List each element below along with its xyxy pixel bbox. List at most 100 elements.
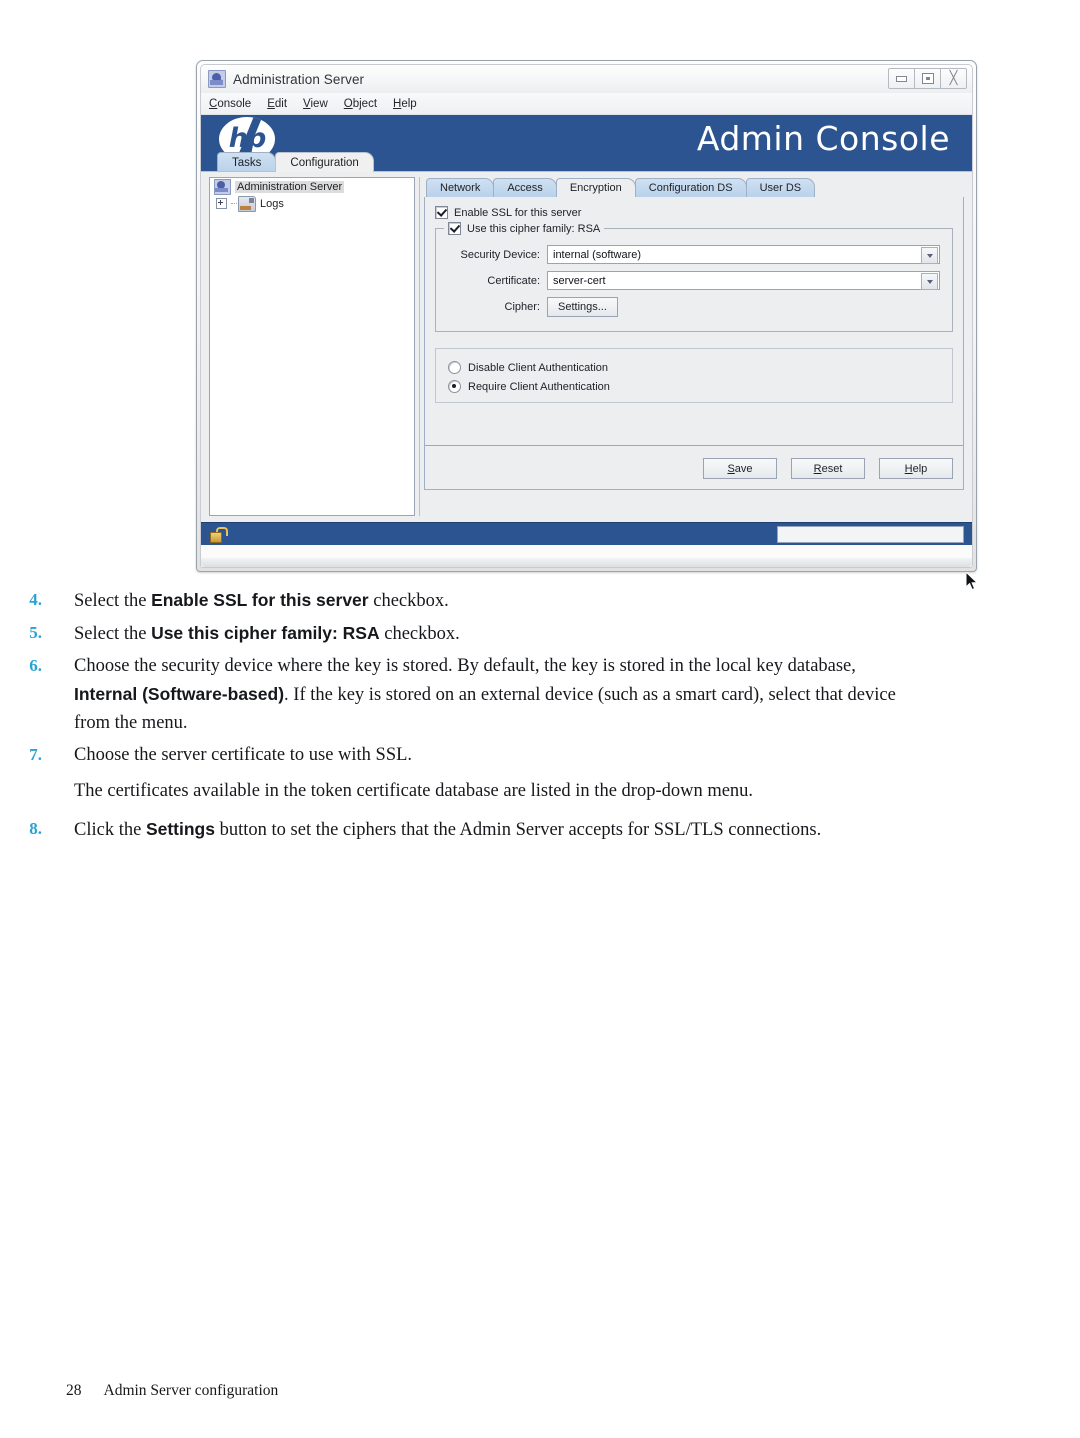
status-bar <box>201 522 972 545</box>
tree-node-label: Logs <box>260 197 284 210</box>
help-button[interactable]: Help <box>879 458 953 479</box>
instruction-list: 4. Select the Enable SSL for this server… <box>0 586 1080 848</box>
window-controls: ╳ <box>888 68 967 89</box>
window-bottom-edge <box>201 558 972 567</box>
hp-banner: hp Admin Console Tasks Configuration <box>201 115 972 172</box>
document-page: Administration Server ╳ Console Edit Vie… <box>0 0 1080 1438</box>
banner-title: Admin Console <box>696 119 950 158</box>
action-button-row: Save Reset Help <box>703 458 953 479</box>
admin-console-screenshot: Administration Server ╳ Console Edit Vie… <box>196 60 979 591</box>
button-row-separator <box>425 445 963 446</box>
disable-client-auth-row[interactable]: Disable Client Authentication <box>448 361 940 374</box>
require-client-auth-radio[interactable] <box>448 380 461 393</box>
step-number: 7. <box>29 745 42 764</box>
explanatory-paragraph: The certificates available in the token … <box>74 781 754 801</box>
tab-user-ds[interactable]: User DS <box>745 178 816 197</box>
tree-node-label: Administration Server <box>235 180 345 193</box>
menu-edit[interactable]: Edit <box>267 98 287 110</box>
disable-client-auth-label: Disable Client Authentication <box>468 361 609 374</box>
security-device-row: Security Device: internal (software) <box>448 245 940 264</box>
step-text-part: Choose the security device where the key… <box>74 656 856 676</box>
certificate-select[interactable]: server-cert <box>547 271 940 290</box>
step-text-bold: Settings <box>145 819 215 839</box>
step-number: 8. <box>29 819 42 838</box>
window-frame: Administration Server ╳ Console Edit Vie… <box>196 60 977 572</box>
use-cipher-family-checkbox[interactable] <box>448 222 461 235</box>
tree-connector <box>231 202 237 205</box>
minimize-icon[interactable] <box>888 68 915 89</box>
reset-button[interactable]: Reset <box>791 458 865 479</box>
security-device-label: Security Device: <box>460 248 540 261</box>
tab-configuration[interactable]: Configuration <box>275 152 374 172</box>
expand-plus-icon[interactable] <box>216 198 227 209</box>
tree-node-administration-server[interactable]: Administration Server <box>210 178 414 195</box>
server-icon <box>214 178 231 195</box>
client-authentication-group: Disable Client Authentication Require Cl… <box>435 348 953 403</box>
require-client-auth-label: Require Client Authentication <box>468 380 610 393</box>
menu-help[interactable]: Help <box>393 98 417 110</box>
menu-bar: Console Edit View Object Help <box>201 93 972 115</box>
step-text-part: Select the <box>74 591 152 611</box>
unlocked-padlock-icon <box>210 527 228 543</box>
top-tab-bar: Tasks Configuration <box>217 152 374 172</box>
step-text-part: button to set the ciphers that the Admin… <box>214 820 822 840</box>
disable-client-auth-radio[interactable] <box>448 361 461 374</box>
close-icon[interactable]: ╳ <box>940 68 967 89</box>
list-item: 7. Choose the server certificate to use … <box>0 741 1080 769</box>
server-icon <box>208 70 226 88</box>
save-button[interactable]: Save <box>703 458 777 479</box>
tab-access[interactable]: Access <box>493 178 557 197</box>
tree-node-logs[interactable]: Logs <box>210 195 414 212</box>
use-cipher-family-label: Use this cipher family: RSA <box>467 222 601 235</box>
cipher-family-legend[interactable]: Use this cipher family: RSA <box>444 222 605 235</box>
window-title: Administration Server <box>233 71 365 87</box>
step-text-part: checkbox. <box>379 624 460 644</box>
menu-console[interactable]: Console <box>209 98 251 110</box>
enable-ssl-checkbox-row[interactable]: Enable SSL for this server <box>435 206 953 219</box>
page-number: 28 <box>66 1382 82 1399</box>
chevron-down-icon[interactable] <box>921 247 938 264</box>
step-text: Choose the security device where the key… <box>42 652 919 737</box>
step-text-part: Choose the server certificate to use wit… <box>74 745 413 765</box>
step-text: Select the Enable SSL for this server ch… <box>42 586 449 615</box>
list-item: 6. Choose the security device where the … <box>0 652 1080 737</box>
step-text-bold: Internal (Software-based) <box>74 684 285 704</box>
content-area: Network Access Encryption Configuration … <box>424 177 964 516</box>
step-number: 6. <box>29 656 42 675</box>
tab-tasks[interactable]: Tasks <box>217 152 277 172</box>
navigation-tree[interactable]: Administration Server Logs <box>209 177 415 516</box>
step-text: Choose the server certificate to use wit… <box>42 741 412 769</box>
logs-folder-icon <box>238 195 256 212</box>
list-item: 5. Select the Use this cipher family: RS… <box>0 619 1080 648</box>
step-number: 4. <box>29 590 42 609</box>
step-text-part: Select the <box>74 624 152 644</box>
tab-configuration-ds[interactable]: Configuration DS <box>634 178 747 197</box>
sub-tab-bar: Network Access Encryption Configuration … <box>424 177 964 197</box>
chevron-down-icon[interactable] <box>921 273 938 290</box>
footer-section-title: Admin Server configuration <box>103 1382 279 1399</box>
enable-ssl-checkbox[interactable] <box>435 206 448 219</box>
list-item: 4. Select the Enable SSL for this server… <box>0 586 1080 615</box>
maximize-icon[interactable] <box>914 68 941 89</box>
tab-network[interactable]: Network <box>426 178 495 197</box>
menu-view[interactable]: View <box>303 98 328 110</box>
step-text-part: checkbox. <box>368 591 449 611</box>
splitter-handle[interactable] <box>419 177 420 516</box>
step-text: Select the Use this cipher family: RSA c… <box>42 619 460 648</box>
step-text-bold: Use this cipher family: RSA <box>151 623 380 643</box>
tab-encryption[interactable]: Encryption <box>555 178 636 197</box>
list-item: 8. Click the Settings button to set the … <box>0 815 1080 844</box>
title-bar: Administration Server ╳ <box>201 65 972 93</box>
step-text-bold: Enable SSL for this server <box>151 590 369 610</box>
menu-object[interactable]: Object <box>344 98 377 110</box>
require-client-auth-row[interactable]: Require Client Authentication <box>448 380 940 393</box>
security-device-select[interactable]: internal (software) <box>547 245 940 264</box>
security-device-value: internal (software) <box>553 248 642 261</box>
cipher-label: Cipher: <box>504 301 540 313</box>
window-body: Administration Server Logs Network Acces… <box>201 171 972 522</box>
enable-ssl-label: Enable SSL for this server <box>454 206 582 219</box>
cipher-settings-button[interactable]: Settings... <box>547 297 618 317</box>
certificate-row: Certificate: server-cert <box>448 271 940 290</box>
step-number: 5. <box>29 623 42 642</box>
cipher-row: Cipher: Settings... <box>448 297 940 317</box>
